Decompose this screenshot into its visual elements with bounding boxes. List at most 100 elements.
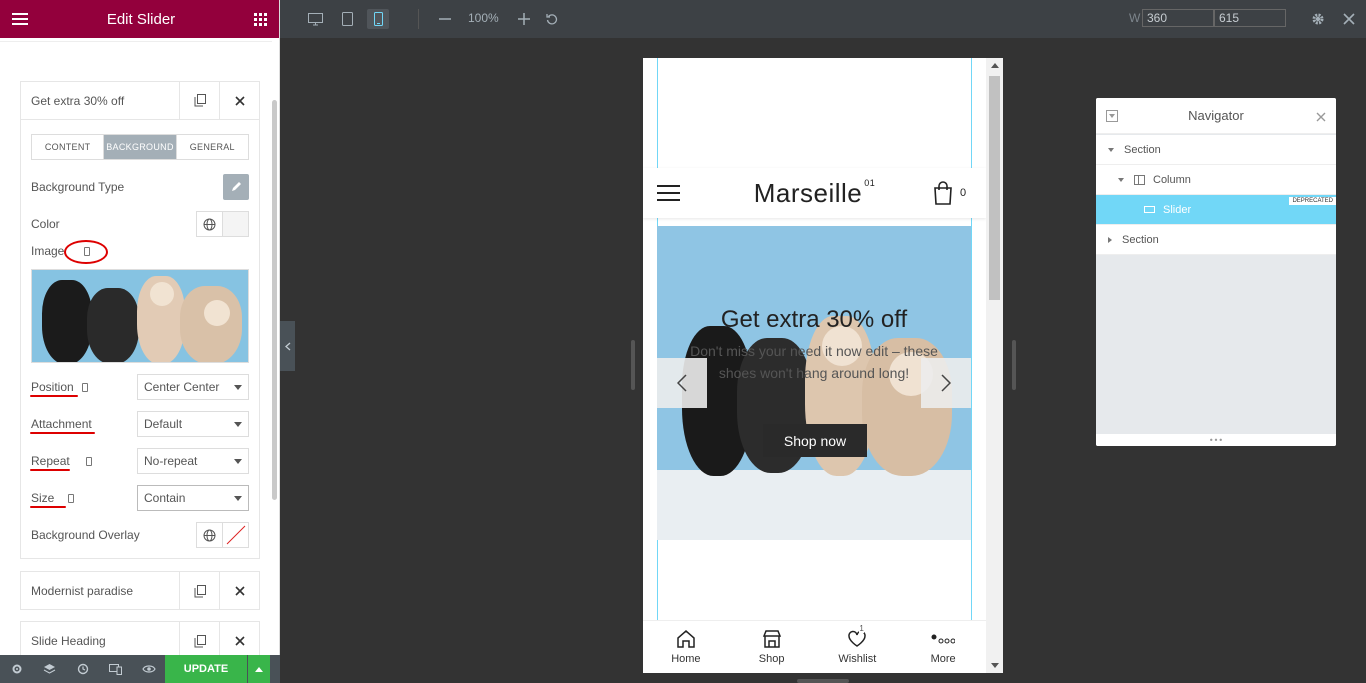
panel-footer: UPDATE	[0, 655, 280, 683]
nav-shop[interactable]: Shop	[729, 621, 815, 673]
caret-up-icon	[255, 666, 263, 672]
slide-item-label: Slide Heading	[31, 634, 106, 648]
next-slide-button[interactable]	[921, 358, 971, 408]
image-preview[interactable]	[31, 269, 249, 363]
color-swatch[interactable]	[223, 211, 249, 237]
globe-icon[interactable]	[196, 522, 223, 548]
attachment-value: Default	[144, 417, 183, 431]
remove-icon[interactable]	[219, 81, 259, 120]
globe-icon[interactable]	[196, 211, 223, 237]
remove-icon[interactable]	[219, 572, 259, 610]
zoom-out-icon[interactable]	[434, 9, 456, 29]
zoom-in-icon[interactable]	[513, 9, 535, 29]
navigator-item-section[interactable]: Section	[1096, 225, 1336, 255]
background-overlay-control: Background Overlay	[31, 522, 249, 548]
caret-down-icon	[234, 384, 242, 390]
nav-more[interactable]: More	[900, 621, 986, 673]
brush-icon[interactable]	[223, 174, 249, 200]
site-header: Marseille 01 0	[643, 168, 986, 218]
desktop-icon[interactable]	[304, 9, 326, 29]
slide-item-label: Get extra 30% off	[31, 93, 125, 108]
collapse-all-icon[interactable]	[1106, 110, 1118, 122]
settings-icon[interactable]	[0, 663, 33, 675]
caret-right-icon[interactable]	[1108, 236, 1112, 243]
brand-superscript: 01	[864, 178, 876, 188]
close-icon[interactable]	[1338, 9, 1360, 29]
preview-scrollbar-thumb[interactable]	[989, 76, 1000, 300]
repeat-label: Repeat	[31, 454, 70, 468]
preview-scrollbar[interactable]	[986, 58, 1003, 673]
annotation-circle	[64, 240, 108, 264]
remove-icon[interactable]	[219, 622, 259, 655]
slide-item-header[interactable]: Get extra 30% off	[21, 81, 259, 120]
annotation-underline	[30, 469, 70, 471]
tab-general[interactable]: GENERAL	[177, 135, 248, 159]
width-input[interactable]: 360	[1142, 9, 1214, 27]
layers-icon[interactable]	[33, 663, 66, 675]
responsive-icon[interactable]	[99, 663, 132, 675]
cart-icon[interactable]	[933, 181, 953, 208]
nav-home[interactable]: Home	[643, 621, 729, 673]
caret-down-icon	[234, 458, 242, 464]
mobile-icon[interactable]	[367, 9, 389, 29]
caret-down-icon[interactable]	[1108, 147, 1114, 152]
repeat-select[interactable]: No-repeat	[137, 448, 249, 474]
height-input[interactable]: 615	[1214, 9, 1286, 27]
attachment-label: Attachment	[31, 417, 92, 431]
cart-count: 0	[960, 187, 967, 199]
responsive-mobile-icon[interactable]	[68, 494, 75, 504]
duplicate-icon[interactable]	[179, 572, 219, 610]
position-select[interactable]: Center Center	[137, 374, 249, 400]
preview-eye-icon[interactable]	[132, 664, 165, 674]
navigator-header[interactable]: Navigator	[1096, 98, 1336, 134]
tab-background[interactable]: BACKGROUND	[104, 135, 177, 159]
wishlist-badge: 1	[859, 624, 864, 633]
resize-handle-bottom[interactable]	[797, 679, 849, 683]
overlay-label: Background Overlay	[31, 528, 140, 542]
nav-label: Shop	[758, 653, 785, 665]
duplicate-icon[interactable]	[179, 81, 219, 120]
background-type-label: Background Type	[31, 180, 125, 194]
responsive-mobile-icon[interactable]	[81, 383, 88, 393]
size-label: Size	[31, 491, 55, 505]
resize-handle-right[interactable]	[1012, 340, 1016, 390]
caret-down-icon[interactable]	[1118, 177, 1124, 182]
navigator-item-label: Section	[1124, 143, 1161, 156]
nav-wishlist[interactable]: 1 Wishlist	[815, 621, 901, 673]
navigator-resize-handle[interactable]: •••	[1096, 434, 1336, 446]
mobile-bottom-nav: Home Shop 1 Wishlist More	[643, 620, 986, 673]
color-label: Color	[31, 217, 60, 231]
update-button[interactable]: UPDATE	[165, 655, 247, 683]
responsive-mobile-icon[interactable]	[85, 457, 92, 467]
widgets-grid-icon[interactable]	[254, 12, 267, 26]
attachment-select[interactable]: Default	[137, 411, 249, 437]
history-icon[interactable]	[66, 663, 99, 675]
nav-label: Wishlist	[838, 653, 877, 665]
menu-icon[interactable]	[12, 13, 28, 25]
panel-scrollbar[interactable]	[272, 100, 277, 500]
size-select[interactable]: Contain	[137, 485, 249, 511]
resize-handle-left[interactable]	[631, 340, 635, 390]
gear-icon[interactable]	[1307, 9, 1329, 29]
tablet-icon[interactable]	[336, 9, 358, 29]
slide-item-header[interactable]: Slide Heading	[21, 622, 259, 655]
slide-item-header[interactable]: Modernist paradise	[21, 572, 259, 610]
prev-slide-button[interactable]	[657, 358, 707, 408]
navigator-item-column[interactable]: Column	[1096, 165, 1336, 195]
duplicate-icon[interactable]	[179, 622, 219, 655]
update-options-button[interactable]	[248, 655, 270, 683]
slide-tabs: CONTENT BACKGROUND GENERAL	[31, 134, 249, 160]
shop-now-button[interactable]: Shop now	[763, 424, 867, 457]
annotation-underline	[30, 506, 66, 508]
nav-label: Home	[671, 653, 701, 665]
close-icon[interactable]	[1316, 110, 1326, 125]
navigator-item-section[interactable]: Section	[1096, 135, 1336, 165]
navigator-item-slider[interactable]: Slider DEPRECATED	[1096, 195, 1336, 225]
zoom-level: 100%	[468, 11, 499, 25]
overlay-swatch-empty[interactable]	[223, 522, 249, 548]
collapse-panel-button[interactable]	[280, 321, 295, 371]
reset-zoom-icon[interactable]	[541, 9, 563, 29]
responsive-toolbar: 100% W 360 H 615	[280, 0, 1366, 38]
column-icon	[1134, 174, 1145, 185]
tab-content[interactable]: CONTENT	[32, 135, 105, 159]
